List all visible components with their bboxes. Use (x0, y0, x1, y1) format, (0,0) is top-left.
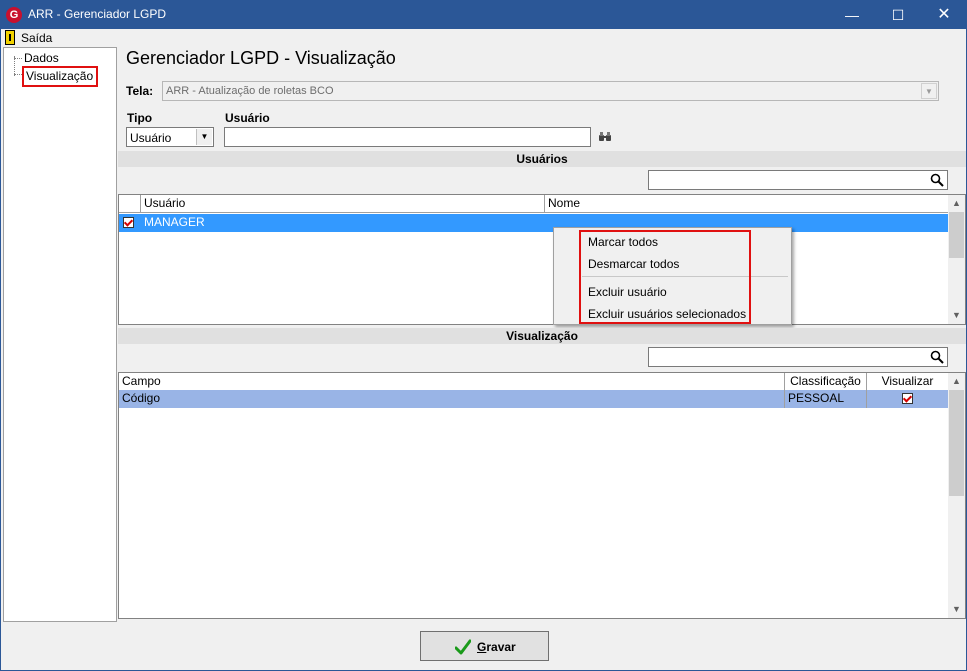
page-title: Gerenciador LGPD - Visualização (126, 48, 396, 68)
table-row[interactable]: MANAGER (119, 214, 949, 232)
scroll-thumb[interactable] (949, 390, 964, 496)
visualizar-checkbox[interactable] (902, 393, 913, 404)
usuarios-search-input[interactable] (651, 172, 921, 188)
usuario-input[interactable] (224, 127, 591, 147)
minimize-button[interactable]: — (829, 1, 875, 29)
usuarios-search-box[interactable] (648, 170, 948, 190)
row-checkbox[interactable] (123, 217, 134, 228)
close-button[interactable]: ✕ (921, 1, 967, 29)
cell-classificacao: PESSOAL (785, 390, 867, 408)
column-header-classificacao[interactable]: Classificação (785, 373, 867, 391)
sidebar-item-visualizacao[interactable]: Visualização (22, 66, 99, 87)
chevron-down-icon[interactable]: ▼ (921, 83, 937, 99)
scroll-thumb[interactable] (949, 212, 964, 258)
chevron-down-icon[interactable]: ▼ (196, 129, 212, 145)
tela-select[interactable]: ARR - Atualização de roletas BCO ▼ (162, 81, 939, 101)
binoculars-icon[interactable] (599, 132, 611, 142)
window-title: ARR - Gerenciador LGPD (28, 7, 167, 21)
green-check-icon (455, 639, 471, 655)
column-header-nome[interactable]: Nome (545, 195, 949, 213)
tree-connector (14, 74, 22, 75)
save-mnemonic: G (477, 640, 487, 654)
context-menu: Marcar todos Desmarcar todos Excluir usu… (553, 227, 792, 325)
tree-connector (14, 58, 22, 59)
scroll-down-icon[interactable]: ▼ (948, 307, 965, 324)
title-bar[interactable]: G ARR - Gerenciador LGPD — ☐ ✕ (1, 1, 966, 29)
maximize-button[interactable]: ☐ (875, 1, 921, 29)
table-row[interactable]: Código PESSOAL (119, 390, 949, 408)
usuarios-grid[interactable]: Usuário Nome MANAGER ▲ ▼ (118, 194, 966, 325)
menu-bar: Saída (1, 29, 966, 47)
footer-bar: Gravar (1, 622, 966, 670)
save-button-label: Gravar (477, 640, 516, 654)
usuarios-scrollbar[interactable]: ▲ ▼ (948, 195, 965, 324)
highlight-box (579, 230, 751, 324)
tree-connector (14, 56, 15, 76)
tipo-label: Tipo (127, 111, 153, 125)
scroll-down-icon[interactable]: ▼ (948, 601, 965, 618)
scroll-up-icon[interactable]: ▲ (948, 373, 965, 390)
usuarios-section-header: Usuários (118, 151, 966, 167)
menu-item-exit[interactable]: Saída (21, 31, 52, 45)
search-icon[interactable] (930, 173, 944, 187)
tipo-select[interactable]: Usuário ▼ (126, 127, 214, 147)
visualizacao-grid[interactable]: Campo Classificação Visualizar Código PE… (118, 372, 966, 619)
visualizacao-search-box[interactable] (648, 347, 948, 367)
visualizacao-search-input[interactable] (651, 349, 921, 365)
save-button[interactable]: Gravar (420, 631, 549, 661)
sidebar-item-dados[interactable]: Dados (24, 51, 59, 65)
usuario-label: Usuário (225, 111, 270, 125)
app-logo-icon: G (6, 7, 22, 23)
row-check-cell (119, 214, 141, 232)
visualizacao-scrollbar[interactable]: ▲ ▼ (948, 373, 965, 618)
column-header-usuario[interactable]: Usuário (141, 195, 545, 213)
tela-select-value: ARR - Atualização de roletas BCO (166, 85, 334, 97)
visualizacao-section-header: Visualização (118, 328, 966, 344)
cell-visualizar (867, 390, 949, 408)
tipo-select-value: Usuário (130, 131, 172, 145)
cell-campo: Código (119, 390, 785, 408)
column-header-check (119, 195, 141, 213)
tela-label: Tela: (126, 84, 154, 98)
scroll-up-icon[interactable]: ▲ (948, 195, 965, 212)
search-icon[interactable] (930, 350, 944, 364)
column-header-visualizar[interactable]: Visualizar (867, 373, 949, 391)
save-label-rest: ravar (486, 640, 516, 654)
exit-door-icon[interactable] (5, 30, 15, 45)
app-window: G ARR - Gerenciador LGPD — ☐ ✕ Saída Dad… (0, 0, 967, 671)
sidebar-tree: Dados Visualização (3, 47, 117, 622)
column-header-campo[interactable]: Campo (119, 373, 785, 391)
cell-usuario: MANAGER (144, 215, 205, 229)
